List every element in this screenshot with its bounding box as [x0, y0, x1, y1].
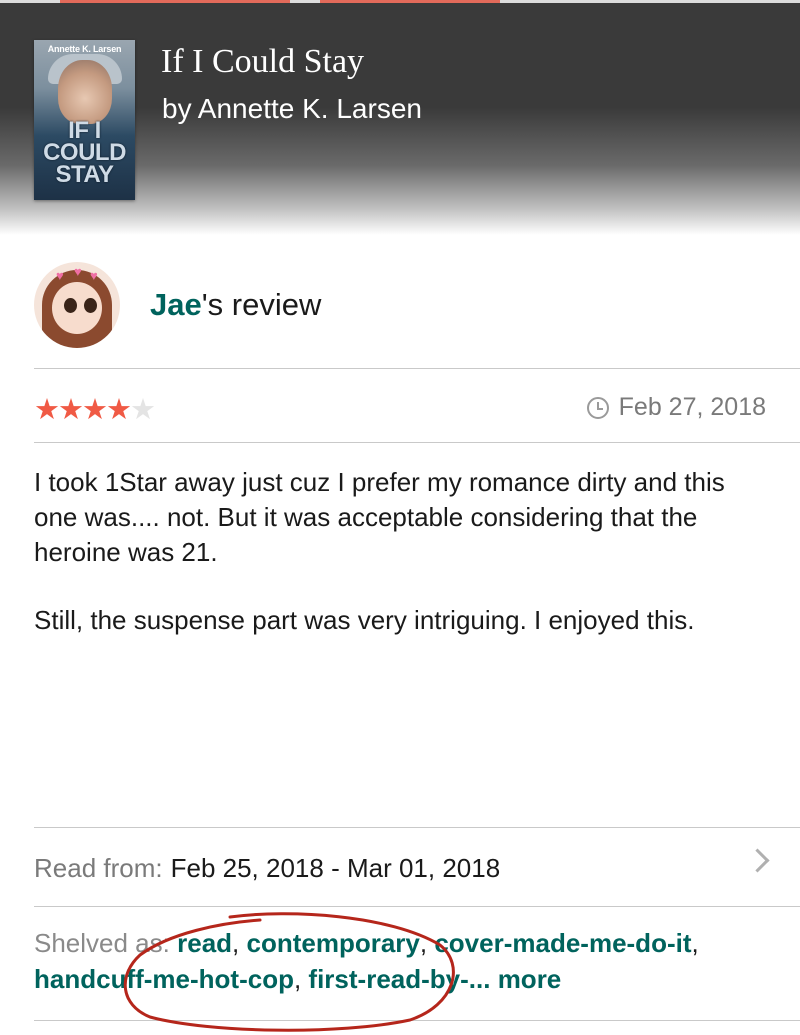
review-title: Jae's review: [150, 287, 321, 323]
cover-face: [58, 60, 112, 124]
heart-icon: ♥: [56, 268, 64, 283]
cover-title: IF I COULD STAY: [43, 117, 126, 188]
clock-icon: [586, 396, 609, 419]
shelf-link[interactable]: contemporary: [246, 928, 419, 958]
more-shelves-link[interactable]: more: [498, 964, 562, 994]
book-author[interactable]: by Annette K. Larsen: [162, 93, 422, 125]
divider: [34, 906, 800, 907]
cover-author: Annette K. Larsen: [47, 44, 122, 54]
star-filled-icon: ★: [34, 394, 60, 426]
book-header: Annette K. Larsen IF I COULD STAY If I C…: [0, 3, 800, 235]
shelf-link[interactable]: cover-made-me-do-it: [434, 928, 691, 958]
review-body: I took 1Star away just cuz I prefer my r…: [34, 465, 764, 671]
review-title-suffix: 's review: [201, 287, 322, 322]
shelf-link[interactable]: handcuff-me-hot-cop: [34, 964, 294, 994]
review-paragraph: I took 1Star away just cuz I prefer my r…: [34, 467, 725, 567]
star-filled-icon: ★: [106, 394, 132, 426]
star-rating: ★★★★★: [34, 392, 156, 427]
avatar: ♥ ♥ ♥: [34, 262, 120, 348]
heart-icon: ♥: [90, 268, 98, 283]
star-empty-icon: ★: [130, 394, 156, 426]
shelf-link[interactable]: first-read-by-...: [308, 964, 490, 994]
star-filled-icon: ★: [58, 394, 84, 426]
star-filled-icon: ★: [82, 394, 108, 426]
reviewer-avatar[interactable]: ♥ ♥ ♥: [34, 262, 120, 348]
reviewer-name-link[interactable]: Jae: [150, 287, 202, 322]
shelves-label: Shelved as:: [34, 928, 170, 958]
read-dates-label: Read from:: [34, 852, 163, 883]
read-dates-value: Feb 25, 2018 - Mar 01, 2018: [170, 852, 501, 883]
book-title[interactable]: If I Could Stay: [161, 43, 364, 81]
review-date: Feb 27, 2018: [586, 393, 766, 422]
heart-icon: ♥: [74, 264, 82, 279]
book-cover[interactable]: Annette K. Larsen IF I COULD STAY: [34, 40, 135, 200]
divider: [34, 442, 800, 443]
divider: [34, 368, 800, 369]
chevron-right-icon[interactable]: [745, 848, 770, 873]
divider: [34, 1020, 800, 1021]
divider: [34, 827, 800, 828]
read-dates-row[interactable]: Read from: Feb 25, 2018 - Mar 01, 2018: [34, 848, 770, 888]
shelf-link[interactable]: read: [177, 928, 232, 958]
review-paragraph: Still, the suspense part was very intrig…: [34, 605, 695, 635]
shelves: Shelved as: read, contemporary, cover-ma…: [34, 928, 699, 994]
review-date-text: Feb 27, 2018: [618, 393, 766, 421]
